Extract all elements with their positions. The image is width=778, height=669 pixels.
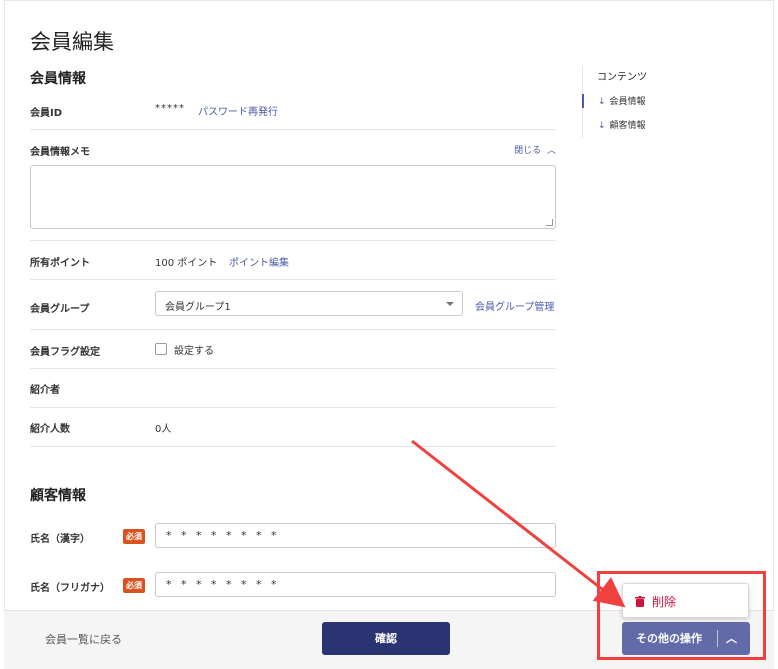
page-title: 会員編集 (30, 30, 114, 54)
memo-toggle-button[interactable]: 閉じる ︿ (514, 143, 556, 156)
back-to-list-link[interactable]: 会員一覧に戻る (45, 631, 122, 647)
referrer-row: 紹介者 (30, 369, 556, 408)
toc-active-indicator (582, 94, 584, 108)
memo-toggle-label: 閉じる (514, 146, 542, 156)
chevron-up-icon: ︿ (546, 146, 556, 156)
member-flag-checkbox-label[interactable]: 設定する (174, 342, 214, 357)
member-flag-label: 会員フラグ設定 (30, 347, 100, 358)
arrow-down-icon: ↓ (598, 97, 606, 107)
member-memo-row: 会員情報メモ 閉じる ︿ (30, 130, 556, 241)
referral-count-row: 紹介人数 0人 (30, 408, 556, 447)
name-kanji-row: 氏名（漢字） 必須 * * * * * * * * (30, 516, 556, 561)
referral-count-label: 紹介人数 (30, 424, 70, 435)
member-flag-row: 会員フラグ設定 設定する (30, 330, 556, 369)
member-id-value: ***** (155, 103, 185, 114)
toc-title: コンテンツ (597, 72, 647, 83)
resize-grip-icon[interactable] (546, 219, 553, 226)
member-memo-label: 会員情報メモ (30, 147, 90, 158)
toc-item-label: 顧客情報 (609, 121, 646, 131)
member-memo-textarea[interactable] (30, 165, 556, 229)
referral-count-value: 0人 (155, 424, 172, 435)
name-kanji-label: 氏名（漢字） (30, 534, 90, 545)
member-id-row: 会員ID ***** パスワード再発行 (30, 92, 556, 130)
toc-item-customer-info[interactable]: ↓ 顧客情報 (598, 118, 646, 131)
member-id-label: 会員ID (30, 108, 63, 119)
name-kana-row: 氏名（フリガナ） 必須 * * * * * * * * (30, 567, 556, 607)
password-reset-link[interactable]: パスワード再発行 (198, 103, 278, 118)
toc-item-member-info[interactable]: ↓ 会員情報 (598, 94, 646, 107)
member-group-select[interactable]: 会員グループ1 (155, 291, 463, 316)
name-kana-input[interactable]: * * * * * * * * (155, 572, 556, 597)
member-group-selected: 会員グループ1 (165, 302, 231, 313)
name-kana-label: 氏名（フリガナ） (30, 583, 110, 594)
points-row: 所有ポイント 100 ポイント ポイント編集 (30, 241, 556, 280)
points-value: 100 ポイント (155, 258, 218, 269)
toc-item-label: 会員情報 (609, 97, 646, 107)
arrow-down-icon: ↓ (598, 121, 606, 131)
required-badge: 必須 (123, 578, 145, 593)
name-kanji-input[interactable]: * * * * * * * * (155, 523, 556, 548)
points-edit-link[interactable]: ポイント編集 (229, 254, 289, 269)
chevron-down-icon (446, 302, 454, 306)
section-title-customer-info: 顧客情報 (30, 488, 86, 504)
points-label: 所有ポイント (30, 258, 90, 269)
annotation-highlight-box (597, 571, 766, 660)
section-title-member-info: 会員情報 (30, 71, 86, 87)
confirm-button[interactable]: 確認 (322, 622, 450, 655)
member-group-label: 会員グループ (30, 304, 90, 315)
member-group-row: 会員グループ 会員グループ1 会員グループ管理 (30, 280, 556, 330)
member-flag-checkbox[interactable] (155, 343, 167, 355)
referrer-label: 紹介者 (30, 385, 60, 396)
required-badge: 必須 (123, 529, 145, 544)
member-group-manage-link[interactable]: 会員グループ管理 (475, 298, 554, 313)
